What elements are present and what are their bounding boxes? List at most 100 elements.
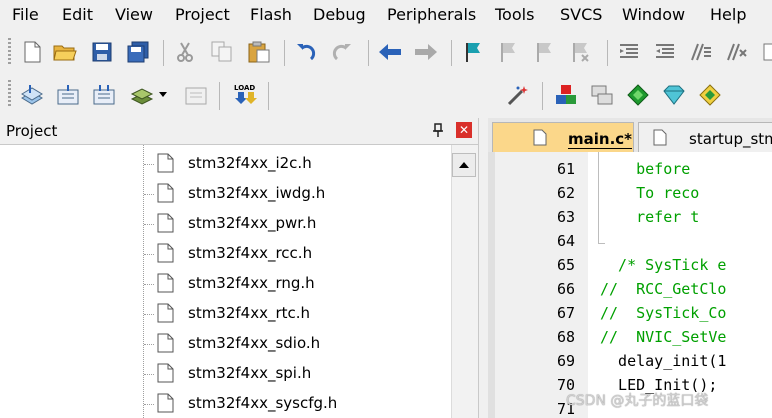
header-file-icon (157, 363, 174, 383)
clear-bookmarks-button[interactable] (569, 40, 593, 64)
code-line: 67 // SysTick_Co (488, 300, 772, 324)
project-scrollbar[interactable] (451, 145, 479, 418)
code-editor[interactable]: 61 before 62 To reco 63 refer t 64 65 /* Sys… (488, 152, 772, 418)
code-line: 68 // NVIC_SetVe (488, 324, 772, 348)
line-number: 62 (556, 184, 575, 202)
copy-button[interactable] (210, 40, 234, 64)
stop-build-button[interactable] (184, 83, 208, 107)
tree-connector (144, 224, 154, 225)
scroll-up-button[interactable] (452, 153, 476, 177)
tree-connector (144, 194, 154, 195)
toolbar-separator (451, 40, 452, 66)
indent-button[interactable] (617, 40, 641, 64)
paste-button[interactable] (247, 40, 271, 64)
save-button[interactable] (90, 40, 114, 64)
open-file-button[interactable] (53, 40, 77, 64)
navigate-forward-button[interactable] (414, 40, 438, 64)
tree-file-item[interactable]: stm32f4xx_rcc.h (0, 239, 451, 269)
code-text: To reco (600, 184, 700, 202)
tree-file-item[interactable]: stm32f4xx_pwr.h (0, 209, 451, 239)
uncomment-selection-button[interactable] (725, 40, 749, 64)
menu-window[interactable]: Window (622, 5, 685, 24)
menu-file[interactable]: File (12, 5, 39, 24)
save-all-icon (127, 41, 149, 63)
menu-bar: File Edit View Project Flash Debug Perip… (0, 0, 772, 30)
toolbar-separator (219, 82, 220, 110)
copy-icon (211, 41, 232, 62)
menu-flash[interactable]: Flash (250, 5, 292, 24)
previous-bookmark-button[interactable] (497, 40, 521, 64)
menu-edit[interactable]: Edit (62, 5, 93, 24)
scissors-icon (177, 42, 193, 62)
toolbar-grip[interactable] (8, 80, 11, 108)
tree-file-item[interactable]: stm32f4xx_sdio.h (0, 329, 451, 359)
menu-help[interactable]: Help (710, 5, 746, 24)
tree-file-item[interactable]: stm32f4xx_spi.h (0, 359, 451, 389)
code-text: before (600, 160, 691, 178)
close-panel-button[interactable]: ✕ (456, 122, 472, 138)
find-icon (763, 43, 772, 61)
tree-connector (144, 254, 154, 255)
bookmark-flag-icon (466, 43, 480, 62)
tree-file-label: stm32f4xx_rng.h (188, 274, 315, 292)
options-for-target-button[interactable] (506, 83, 530, 107)
code-line: 69 delay_init(1 (488, 348, 772, 372)
toolbar-separator (607, 40, 608, 66)
new-file-button[interactable] (20, 40, 44, 64)
tab-startup-file[interactable]: startup_stm (638, 122, 772, 152)
navigate-back-button[interactable] (378, 40, 402, 64)
download-load-button[interactable]: LOAD (233, 80, 259, 108)
rebuild-button[interactable] (92, 83, 116, 107)
code-line: 64 (488, 228, 772, 252)
menu-svcs[interactable]: SVCS (560, 5, 602, 24)
run-time-environment-button[interactable] (698, 83, 722, 107)
tree-file-item[interactable]: stm32f4xx_iwdg.h (0, 179, 451, 209)
select-software-packs-button[interactable] (662, 83, 686, 107)
code-text: /* SysTick e (600, 256, 727, 274)
menu-debug[interactable]: Debug (313, 5, 366, 24)
tree-file-label: stm32f4xx_rcc.h (188, 244, 313, 262)
tree-file-item[interactable]: stm32f4xx_rng.h (0, 269, 451, 299)
batch-build-dropdown[interactable] (156, 83, 170, 107)
tree-file-item[interactable]: stm32f4xx_syscfg.h (0, 389, 451, 418)
translate-button[interactable] (20, 83, 44, 107)
svg-text:LOAD: LOAD (234, 84, 255, 92)
batch-build-button[interactable] (130, 83, 154, 107)
project-panel-header: Project (0, 118, 478, 145)
menu-peripherals[interactable]: Peripherals (387, 5, 476, 24)
code-text: // SysTick_Co (600, 304, 727, 322)
save-all-button[interactable] (126, 40, 150, 64)
arrow-right-icon (415, 44, 437, 60)
pin-panel-button[interactable] (431, 122, 445, 138)
redo-button[interactable] (330, 40, 354, 64)
unindent-button[interactable] (653, 40, 677, 64)
chevron-down-icon (159, 92, 167, 97)
undo-button[interactable] (294, 40, 318, 64)
insert-bookmark-button[interactable] (461, 40, 485, 64)
cut-button[interactable] (173, 40, 197, 64)
tree-file-label: stm32f4xx_spi.h (188, 364, 312, 382)
comment-selection-button[interactable] (689, 40, 713, 64)
manage-project-items-button[interactable] (590, 83, 614, 107)
file-extensions-button[interactable] (554, 83, 578, 107)
tab-main-c[interactable]: main.c* (492, 122, 634, 152)
tree-file-item[interactable]: stm32f4xx_i2c.h (0, 149, 451, 179)
c-file-icon (533, 129, 547, 146)
code-line: 61 before (488, 156, 772, 180)
build-button[interactable] (56, 83, 80, 107)
menu-view[interactable]: View (115, 5, 153, 24)
menu-project[interactable]: Project (175, 5, 230, 24)
editor-tab-bar: main.c* startup_stm (488, 118, 772, 152)
code-line: 63 refer t (488, 204, 772, 228)
pack-installer-button[interactable] (626, 83, 650, 107)
load-download-icon: LOAD (234, 84, 257, 104)
toolbar-separator (163, 40, 164, 66)
code-line: 66 // RCC_GetClo (488, 276, 772, 300)
next-bookmark-button[interactable] (533, 40, 557, 64)
find-in-files-button[interactable] (758, 40, 772, 64)
toolbar-grip[interactable] (8, 38, 11, 66)
tree-file-item[interactable]: stm32f4xx_rtc.h (0, 299, 451, 329)
code-text: delay_init(1 (600, 352, 727, 370)
menu-tools[interactable]: Tools (495, 5, 534, 24)
tree-file-label: stm32f4xx_i2c.h (188, 154, 312, 172)
